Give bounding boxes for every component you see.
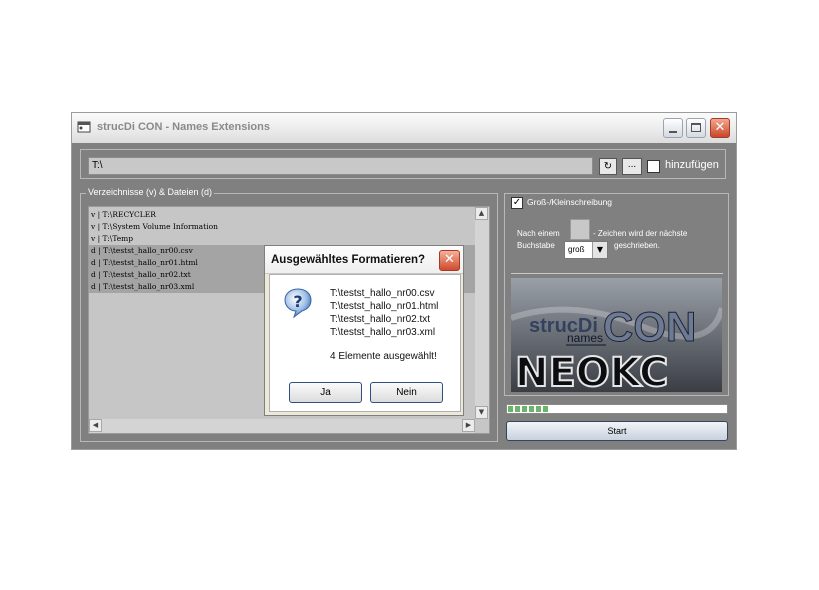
next-label: - Zeichen wird der nächste xyxy=(593,229,688,238)
dialog-count-text: 4 Elemente ausgewählt! xyxy=(330,351,437,362)
logo-con: CON xyxy=(603,303,696,350)
horizontal-scrollbar[interactable]: ◀ ▶ xyxy=(89,419,475,433)
after-label: Nach einem xyxy=(517,229,560,238)
written-label: geschrieben. xyxy=(614,241,660,250)
vertical-scrollbar[interactable]: ▲ ▼ xyxy=(475,207,489,419)
case-label: Groß-/Kleinschreibung xyxy=(527,197,613,207)
dialog-close-button[interactable]: ✕ xyxy=(439,250,460,271)
logo-names: names xyxy=(567,331,603,345)
yes-button[interactable]: Ja xyxy=(289,382,362,403)
dialog-body: ? T:\testst_hallo_nr00.csv T:\testst_hall… xyxy=(269,274,461,412)
title-bar[interactable]: strucDi CON - Names Extensions ✕ xyxy=(72,113,736,143)
progress-fill xyxy=(508,406,550,412)
scroll-down-icon[interactable]: ▼ xyxy=(475,406,488,419)
app-logo: strucDi names CON NEOKC xyxy=(511,278,722,392)
svg-text:?: ? xyxy=(293,292,302,311)
separator-char-input[interactable] xyxy=(570,219,590,240)
dialog-file-item: T:\testst_hallo_nr01.html xyxy=(330,301,439,312)
scroll-up-icon[interactable]: ▲ xyxy=(475,207,488,220)
case-checkbox[interactable]: ✓ xyxy=(511,197,523,209)
list-item[interactable]: v | T:\Temp xyxy=(89,233,476,245)
close-button[interactable]: ✕ xyxy=(710,118,730,138)
list-item[interactable]: v | T:\System Volume Information xyxy=(89,221,476,233)
question-icon: ? xyxy=(282,287,314,319)
logo-neokc: NEOKC xyxy=(515,350,668,392)
browse-button[interactable]: ... xyxy=(622,158,642,175)
chevron-down-icon[interactable]: ▼ xyxy=(592,242,607,258)
options-group: ✓ Groß-/Kleinschreibung Nach einem - Zei… xyxy=(504,193,729,396)
add-checkbox[interactable] xyxy=(647,160,660,173)
app-window-icon[interactable] xyxy=(77,121,92,134)
letter-label: Buchstabe xyxy=(517,241,555,250)
checkmark-icon: ✓ xyxy=(512,197,522,208)
progress-bar xyxy=(506,404,728,414)
scroll-left-icon[interactable]: ◀ xyxy=(89,419,102,432)
add-label: hinzufügen xyxy=(665,159,719,171)
maximize-icon xyxy=(691,123,701,132)
close-icon: ✕ xyxy=(444,252,455,267)
refresh-button[interactable]: ↻ xyxy=(599,158,617,175)
path-bar: T:\ ↻ ... hinzufügen xyxy=(80,149,726,179)
window-title: strucDi CON - Names Extensions xyxy=(97,121,270,133)
start-button[interactable]: Start xyxy=(506,421,728,441)
dialog-file-item: T:\testst_hallo_nr03.xml xyxy=(330,327,436,338)
path-input[interactable]: T:\ xyxy=(88,157,593,175)
case-select[interactable]: groß ▼ xyxy=(564,241,608,259)
minimize-icon xyxy=(669,131,677,133)
list-item[interactable]: v | T:\RECYCLER xyxy=(89,209,476,221)
dialog-file-item: T:\testst_hallo_nr00.csv xyxy=(330,288,435,299)
scroll-right-icon[interactable]: ▶ xyxy=(462,419,475,432)
no-button[interactable]: Nein xyxy=(370,382,443,403)
close-icon: ✕ xyxy=(714,120,726,135)
case-select-value: groß xyxy=(568,245,585,254)
dialog-file-item: T:\testst_hallo_nr02.txt xyxy=(330,314,431,325)
minimize-button[interactable] xyxy=(663,118,683,138)
directories-group-label: Verzeichnisse (v) & Dateien (d) xyxy=(86,187,215,197)
refresh-icon: ↻ xyxy=(603,161,613,172)
dialog-title-bar[interactable]: Ausgewähltes Formatieren? ✕ xyxy=(265,246,463,274)
dialog-title: Ausgewähltes Formatieren? xyxy=(271,254,426,266)
confirm-dialog: Ausgewähltes Formatieren? ✕ ? T:\testst_… xyxy=(264,245,464,416)
maximize-button[interactable] xyxy=(686,118,706,138)
divider xyxy=(511,273,723,274)
